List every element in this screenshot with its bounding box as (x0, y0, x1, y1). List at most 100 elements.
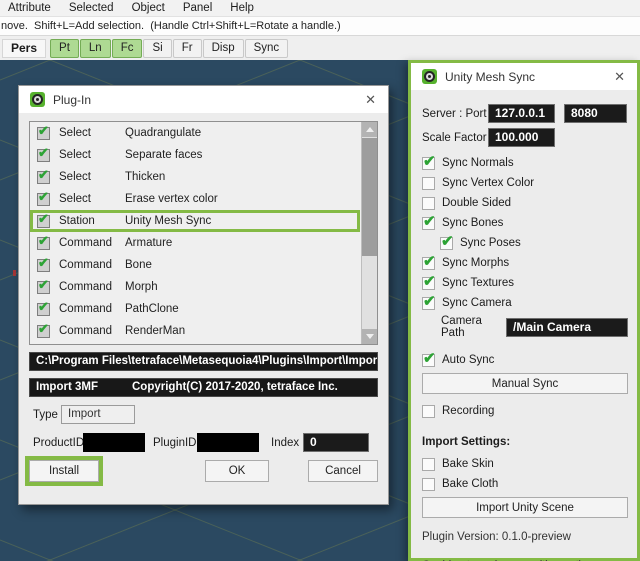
plugin-enabled-check-icon[interactable] (37, 303, 50, 316)
plugin-dialog-title: Plug-In (53, 93, 91, 107)
plugin-enabled-check-icon[interactable] (37, 215, 50, 228)
status-hint-bar: nove. Shift+L=Add selection. (Handle Ctr… (0, 17, 640, 36)
plugin-list-item[interactable]: Command PathClone (30, 298, 360, 320)
metasequoia-app-icon (422, 69, 437, 84)
plugin-list-item[interactable]: Select Thicken (30, 166, 360, 188)
checkbox[interactable] (440, 237, 453, 250)
close-icon[interactable]: ✕ (602, 69, 637, 85)
plugin-list-item[interactable]: Command Bone (30, 254, 360, 276)
scrollbar-thumb[interactable] (362, 138, 378, 256)
toolbar-button[interactable]: Si (143, 39, 171, 58)
port-field[interactable]: 8080 (564, 104, 627, 123)
perspective-mode-label[interactable]: Pers (2, 39, 46, 58)
checkbox[interactable] (422, 177, 435, 190)
scroll-down-icon[interactable] (362, 329, 378, 344)
plugin-type-label: Select (59, 193, 111, 205)
checkbox[interactable] (422, 197, 435, 210)
plugin-name-label: Quadrangulate (125, 127, 201, 139)
sync-option-row[interactable]: Sync Poses (422, 233, 628, 253)
scale-factor-label: Scale Factor (422, 132, 488, 144)
menu-item[interactable]: Object (132, 2, 165, 14)
plugin-dialog: Plug-In ✕ Select Quadrangulate Select Se… (18, 85, 389, 505)
toolbar-button[interactable]: Sync (245, 39, 289, 58)
menu-item[interactable]: Attribute (8, 2, 51, 14)
sync-option-label: Sync Normals (442, 157, 514, 169)
recording-row[interactable]: Recording (422, 401, 628, 421)
ok-button[interactable]: OK (205, 460, 269, 482)
plugin-enabled-check-icon[interactable] (37, 281, 50, 294)
index-value-field: 0 (303, 433, 369, 452)
sync-panel-title: Unity Mesh Sync (445, 70, 535, 84)
checkbox[interactable] (422, 405, 435, 418)
sync-option-row[interactable]: Double Sided (422, 193, 628, 213)
install-button[interactable]: Install (29, 460, 99, 482)
plugin-type-label: Select (59, 149, 111, 161)
plugin-enabled-check-icon[interactable] (37, 193, 50, 206)
server-field[interactable]: 127.0.0.1 (488, 104, 555, 123)
menu-item[interactable]: Help (230, 2, 254, 14)
menu-item[interactable]: Selected (69, 2, 114, 14)
sync-option-row[interactable]: Sync Textures (422, 273, 628, 293)
plugin-list-item[interactable]: Command Morph (30, 276, 360, 298)
checkbox[interactable] (422, 277, 435, 290)
sync-option-row[interactable]: Sync Vertex Color (422, 173, 628, 193)
plugin-info-name: Import 3MF (36, 379, 132, 396)
checkbox[interactable] (422, 297, 435, 310)
checkbox[interactable] (422, 257, 435, 270)
toolbar: Pers Pt Ln Fc Si Fr Disp Sync (0, 36, 640, 60)
plugin-enabled-check-icon[interactable] (37, 127, 50, 140)
plugin-type-label: Command (59, 259, 111, 271)
sync-option-row[interactable]: Sync Morphs (422, 253, 628, 273)
checkbox[interactable] (422, 217, 435, 230)
plugin-list-item[interactable]: Select Separate faces (30, 144, 360, 166)
plugin-name-label: Separate faces (125, 149, 202, 161)
plugin-enabled-check-icon[interactable] (37, 237, 50, 250)
plugin-list-item[interactable]: Select Quadrangulate (30, 122, 360, 144)
app-window: Attribute Selected Object Panel Help nov… (0, 0, 640, 561)
sync-option-row[interactable]: Sync Normals (422, 153, 628, 173)
manual-sync-button[interactable]: Manual Sync (422, 373, 628, 394)
recording-label: Recording (442, 405, 494, 417)
sync-option-row[interactable]: Sync Camera (422, 293, 628, 313)
plugin-list-item[interactable]: Station Unity Mesh Sync (30, 210, 360, 232)
plugin-list-item[interactable]: Select Erase vertex color (30, 188, 360, 210)
plugin-enabled-check-icon[interactable] (37, 171, 50, 184)
plugin-enabled-check-icon[interactable] (37, 149, 50, 162)
checkbox[interactable] (422, 157, 435, 170)
plugin-list-scrollbar[interactable] (361, 122, 377, 344)
checkbox[interactable] (422, 354, 435, 367)
plugin-list-item[interactable]: Command RenderMan (30, 320, 360, 342)
scroll-up-icon[interactable] (362, 122, 378, 137)
toolbar-button[interactable]: Fr (173, 39, 202, 58)
sync-option-row[interactable]: Sync Bones (422, 213, 628, 233)
plugin-dialog-titlebar[interactable]: Plug-In ✕ (19, 86, 388, 113)
camera-path-field[interactable]: /Main Camera (506, 318, 628, 337)
checkbox[interactable] (422, 478, 435, 491)
menu-item[interactable]: Panel (183, 2, 212, 14)
plugin-id-field (197, 433, 259, 452)
toolbar-button[interactable]: Ln (80, 39, 111, 58)
auto-sync-row[interactable]: Auto Sync (422, 350, 628, 370)
import-unity-scene-button[interactable]: Import Unity Scene (422, 497, 628, 518)
status-hint-text: nove. Shift+L=Add selection. (Handle Ctr… (1, 20, 341, 32)
scale-factor-field[interactable]: 100.000 (488, 128, 555, 147)
toolbar-button[interactable]: Fc (112, 39, 143, 58)
install-highlight-box: Install (25, 456, 103, 486)
close-icon[interactable]: ✕ (353, 92, 388, 108)
plugin-enabled-check-icon[interactable] (37, 259, 50, 272)
checkbox[interactable] (422, 458, 435, 471)
plugin-list-item[interactable]: Command Armature (30, 232, 360, 254)
plugin-type-label: Command (59, 325, 111, 337)
sync-panel-titlebar[interactable]: Unity Mesh Sync ✕ (411, 63, 637, 90)
toolbar-button[interactable]: Pt (50, 39, 79, 58)
cancel-button[interactable]: Cancel (308, 460, 378, 482)
bake-cloth-row[interactable]: Bake Cloth (422, 474, 628, 494)
plugin-name-label: RenderMan (125, 325, 185, 337)
plugin-enabled-check-icon[interactable] (37, 325, 50, 338)
toolbar-button[interactable]: Disp (203, 39, 244, 58)
type-value-field: Import (61, 405, 135, 424)
metasequoia-app-icon (30, 92, 45, 107)
bake-skin-row[interactable]: Bake Skin (422, 454, 628, 474)
plugin-type-label: Station (59, 215, 111, 227)
plugin-id-label: PluginID (153, 437, 197, 449)
